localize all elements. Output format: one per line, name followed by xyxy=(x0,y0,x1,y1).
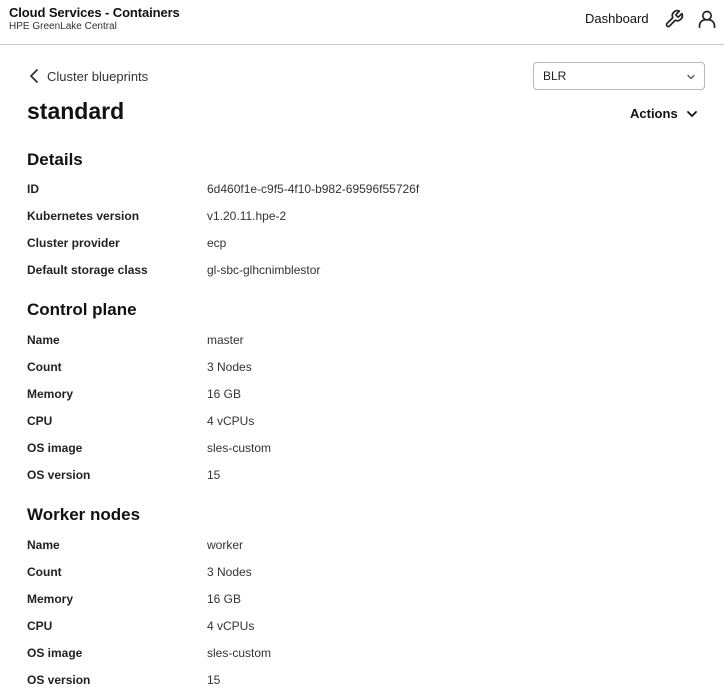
detail-value: sles-custom xyxy=(207,441,272,455)
detail-label: OS image xyxy=(27,441,83,455)
detail-row: OS image sles-custom xyxy=(0,441,724,459)
detail-label: ID xyxy=(27,182,39,196)
chevron-down-icon xyxy=(687,74,695,80)
detail-label: CPU xyxy=(27,414,53,428)
detail-label: Default storage class xyxy=(27,263,148,277)
detail-value: 4 vCPUs xyxy=(207,414,255,428)
section-heading-worker-nodes: Worker nodes xyxy=(27,505,141,524)
detail-row: CPU 4 vCPUs xyxy=(0,414,724,432)
detail-label: OS image xyxy=(27,646,83,660)
detail-value: 16 GB xyxy=(207,387,242,401)
detail-value: 6d460f1e-c9f5-4f10-b982-69596f55726f xyxy=(207,182,420,196)
detail-row: OS image sles-custom xyxy=(0,646,724,664)
detail-row: Count 3 Nodes xyxy=(0,565,724,583)
detail-label: Count xyxy=(27,360,62,374)
top-header: Cloud Services - Containers HPE GreenLak… xyxy=(0,0,724,45)
dashboard-link[interactable]: Dashboard xyxy=(585,11,649,26)
detail-label: Name xyxy=(27,538,60,552)
detail-row: Kubernetes version v1.20.11.hpe-2 xyxy=(0,209,724,227)
back-link-label: Cluster blueprints xyxy=(47,68,149,84)
detail-row: Name master xyxy=(0,333,724,351)
detail-value: v1.20.11.hpe-2 xyxy=(207,209,287,223)
detail-value: 15 xyxy=(207,673,221,687)
detail-value: 3 Nodes xyxy=(207,565,252,579)
detail-row: Cluster provider ecp xyxy=(0,236,724,254)
detail-value: 4 vCPUs xyxy=(207,619,255,633)
detail-row: OS version 15 xyxy=(0,468,724,486)
detail-value: worker xyxy=(207,538,244,552)
app-title: Cloud Services - Containers xyxy=(9,5,180,20)
detail-label: OS version xyxy=(27,673,91,687)
region-select[interactable]: BLR xyxy=(533,62,705,90)
actions-menu-button[interactable]: Actions xyxy=(630,106,698,121)
detail-value: 3 Nodes xyxy=(207,360,252,374)
detail-label: OS version xyxy=(27,468,91,482)
chevron-left-icon xyxy=(30,69,38,83)
detail-row: CPU 4 vCPUs xyxy=(0,619,724,637)
actions-label: Actions xyxy=(630,106,678,121)
detail-row: Memory 16 GB xyxy=(0,387,724,405)
detail-row: Default storage class gl-sbc-glhcnimbles… xyxy=(0,263,724,281)
detail-row: OS version 15 xyxy=(0,673,724,691)
detail-value: 16 GB xyxy=(207,592,242,606)
detail-value: gl-sbc-glhcnimblestor xyxy=(207,263,321,277)
user-icon[interactable] xyxy=(697,9,717,29)
section-heading-control-plane: Control plane xyxy=(27,300,137,319)
detail-label: Memory xyxy=(27,387,74,401)
detail-value: sles-custom xyxy=(207,646,272,660)
detail-label: Memory xyxy=(27,592,74,606)
detail-label: Name xyxy=(27,333,60,347)
detail-row: ID 6d460f1e-c9f5-4f10-b982-69596f55726f xyxy=(0,182,724,200)
section-heading-details: Details xyxy=(27,150,83,169)
wrench-icon[interactable] xyxy=(664,9,684,29)
detail-row: Memory 16 GB xyxy=(0,592,724,610)
detail-value: ecp xyxy=(207,236,227,250)
chevron-down-icon xyxy=(686,110,697,117)
detail-label: Count xyxy=(27,565,62,579)
detail-label: Kubernetes version xyxy=(27,209,140,223)
detail-label: Cluster provider xyxy=(27,236,120,250)
back-link-cluster-blueprints[interactable]: Cluster blueprints xyxy=(28,67,148,85)
detail-value: master xyxy=(207,333,244,347)
region-select-value: BLR xyxy=(543,69,567,83)
detail-row: Name worker xyxy=(0,538,724,556)
detail-row: Count 3 Nodes xyxy=(0,360,724,378)
app-subtitle: HPE GreenLake Central xyxy=(9,21,117,32)
detail-value: 15 xyxy=(207,468,221,482)
page-title: standard xyxy=(27,98,125,124)
detail-label: CPU xyxy=(27,619,53,633)
